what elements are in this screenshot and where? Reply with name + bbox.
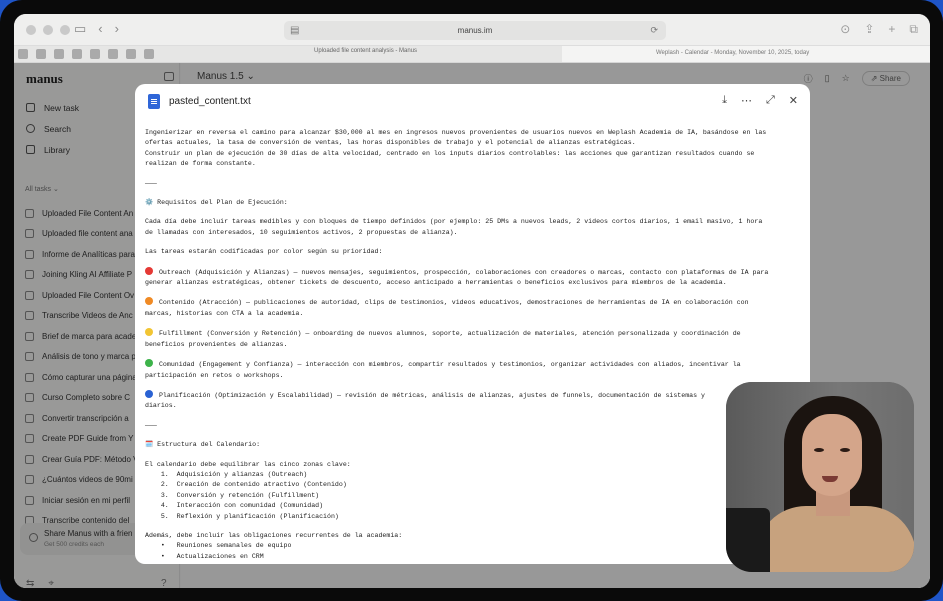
browser-nav-icons: ▭ ‹ › [74,21,119,37]
priority-dot-icon [145,297,153,306]
file-preview-modal: pasted_content.txt ⤓ ⋯ ⤢ ✕ Ingenierizar … [135,84,810,564]
close-icon[interactable]: ✕ [789,94,798,107]
document-line: 3. Conversión y retención (Fulfillment) [145,491,320,499]
document-line: participación en retos o workshops. [145,371,284,379]
document-line: Ingenierizar en reversa el camino para a… [145,129,767,136]
favorites-bar [18,49,154,59]
document-line: marcas, historias con CTA a la academia. [145,309,304,317]
window-controls[interactable] [26,25,70,35]
new-tab-icon[interactable]: + [888,22,895,37]
file-icon [148,94,160,109]
document-line: 1. Adquisición y alianzas (Outreach) [145,470,308,478]
document-line: • Reuniones semanales de equipo [145,542,292,550]
favorite-icon[interactable] [90,49,100,59]
document-line: Las tareas estarán codificadas por color… [145,248,383,256]
document-line: • Actualizaciones en CRM [145,552,264,560]
page-settings-icon[interactable]: ▤ [290,21,299,40]
webcam-person-eye [840,448,850,452]
document-line: Además, debe incluir las obligaciones re… [145,531,403,539]
file-content: Ingenierizar en reversa el camino para a… [145,128,796,564]
document-line: ——— [145,421,157,429]
tab-manus[interactable]: Uploaded file content analysis - Manus [314,48,417,54]
favorite-icon[interactable] [144,49,154,59]
document-line: ⚙️ Requisitos del Plan de Ejecución: [145,199,288,207]
minimize-window-button[interactable] [43,25,53,35]
document-line-text: Planificación (Optimización y Escalabili… [155,391,706,399]
document-line-text: Fulfillment (Conversión y Retención) — o… [155,330,741,338]
favorite-icon[interactable] [108,49,118,59]
more-options-icon[interactable]: ⋯ [741,94,752,107]
document-line: Comunidad (Engagement y Confianza) — int… [145,359,796,370]
download-icon[interactable]: ⤓ [722,94,727,107]
document-line: Cada día debe incluir tareas medibles y … [145,218,763,226]
document-line: Outreach (Adquisición y Alianzas) — nuev… [145,266,796,278]
document-line: 🗓️ Estructura del Calendario: [145,441,261,449]
document-line: diarios. [145,402,177,410]
priority-dot-icon [145,359,153,368]
address-bar[interactable]: ▤ manus.im ⟳ [284,21,666,40]
tab-bar: Uploaded file content analysis - Manus W… [14,46,930,63]
expand-icon[interactable]: ⤢ [766,94,775,107]
favorite-icon[interactable] [36,49,46,59]
document-line: 2. Creación de contenido atractivo (Cont… [145,481,347,489]
screen-frame: ▭ ‹ › ▤ manus.im ⟳ ⊙ ⇪ + ⧉ Uploaded file… [0,0,943,601]
document-line: El calendario debe equilibrar las cinco … [145,460,351,468]
favorite-icon[interactable] [18,49,28,59]
document-line: Construir un plan de ejecución de 30 día… [145,149,755,157]
reload-icon[interactable]: ⟳ [650,21,658,40]
priority-dot-icon [145,266,153,275]
zoom-window-button[interactable] [60,25,70,35]
document-line: Contenido (Atracción) — publicaciones de… [145,297,796,308]
document-line: generar alianzas estratégicas, obtener t… [145,279,727,287]
document-line: ofertas actuales, la tasa de conversión … [145,139,636,147]
favorite-icon[interactable] [126,49,136,59]
document-line-text: Outreach (Adquisición y Alianzas) — nuev… [155,268,769,276]
download-icon[interactable]: ⊙ [840,22,850,37]
document-line-text: Comunidad (Engagement y Confianza) — int… [155,361,741,369]
close-window-button[interactable] [26,25,36,35]
sidebar-toggle-icon[interactable]: ▭ [74,21,86,37]
webcam-person-eye [814,448,824,452]
webcam-laptop [726,508,770,572]
tab-overview-icon[interactable]: ⧉ [909,22,918,37]
favorite-icon[interactable] [54,49,64,59]
back-icon[interactable]: ‹ [98,21,102,37]
favorite-icon[interactable] [72,49,82,59]
document-line: Fulfillment (Conversión y Retención) — o… [145,328,796,339]
browser-toolbar-right: ⊙ ⇪ + ⧉ [840,22,918,37]
tab-weplash-calendar[interactable]: Weplash - Calendar - Monday, November 10… [562,46,930,62]
share-icon[interactable]: ⇪ [864,22,874,37]
forward-icon[interactable]: › [115,21,119,37]
document-line: Planificación (Optimización y Escalabili… [145,389,796,401]
document-line: realizan de forma constante. [145,160,256,168]
browser-titlebar: ▭ ‹ › ▤ manus.im ⟳ ⊙ ⇪ + ⧉ [14,14,930,46]
priority-dot-icon [145,389,153,398]
document-line: ——— [145,179,157,187]
address-text: manus.im [457,26,493,35]
document-line: 4. Interacción con comunidad (Comunidad) [145,502,324,510]
document-line: beneficios provenientes de alianzas. [145,340,288,348]
modal-header: pasted_content.txt ⤓ ⋯ ⤢ ✕ [135,84,810,118]
modal-actions: ⤓ ⋯ ⤢ ✕ [722,94,798,107]
document-line-text: Contenido (Atracción) — publicaciones de… [155,299,749,307]
priority-dot-icon [145,328,153,337]
file-name: pasted_content.txt [169,96,251,107]
webcam-overlay [726,382,914,572]
webcam-person-face [802,414,862,496]
document-line: 5. Reflexión y planificación (Planificac… [145,512,339,520]
document-line: de llamadas con interesados, 10 seguimie… [145,228,458,236]
